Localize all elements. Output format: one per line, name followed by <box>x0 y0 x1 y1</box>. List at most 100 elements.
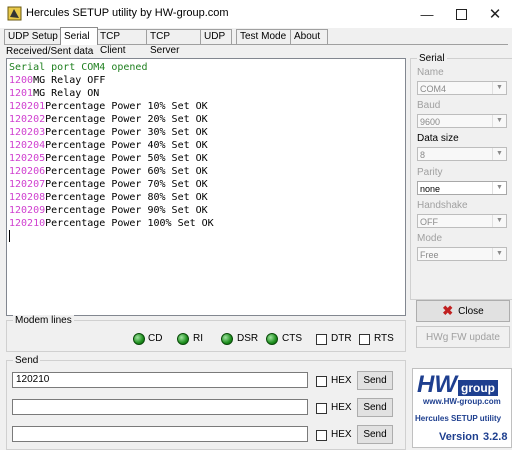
modem-lines-label: Modem lines <box>13 315 74 326</box>
hex-checkbox-2[interactable] <box>316 403 327 414</box>
received-line: 120202Percentage Power 20% Set OK <box>9 113 208 126</box>
line-text: Percentage Power 100% Set OK <box>45 218 214 229</box>
tab-label: TCP Client <box>100 31 126 56</box>
line-text: Serial port COM4 opened <box>9 62 148 73</box>
close-port-button[interactable]: ✖ Close <box>416 300 510 322</box>
send-input-1[interactable]: 120210 <box>12 372 308 388</box>
chevron-down-icon: ▼ <box>492 115 506 127</box>
received-line: 120205Percentage Power 50% Set OK <box>9 152 208 165</box>
received-data-area[interactable]: Serial port COM4 opened 1200MG Relay OFF 1… <box>6 58 406 316</box>
line-text: Percentage Power 70% Set OK <box>45 179 208 190</box>
line-prefix: 120207 <box>9 179 46 190</box>
chevron-down-icon: ▼ <box>492 148 506 160</box>
tab-label: UDP <box>204 31 226 42</box>
tab-serial[interactable]: Serial <box>60 27 98 45</box>
line-text: Percentage Power 30% Set OK <box>45 127 208 138</box>
port-name-select[interactable]: COM4 ▼ <box>417 81 507 95</box>
send-button-label: Send <box>363 402 387 413</box>
data-size-label: Data size <box>417 133 459 144</box>
logo-product: Hercules SETUP utility <box>415 414 502 423</box>
tab-about[interactable]: About <box>290 29 328 44</box>
line-text: Percentage Power 90% Set OK <box>45 205 208 216</box>
send-button-label: Send <box>363 429 387 440</box>
dsr-led-icon <box>221 333 233 345</box>
received-label: Received/Sent data <box>6 46 94 57</box>
rts-label: RTS <box>374 333 394 344</box>
received-line: 120203Percentage Power 30% Set OK <box>9 126 208 139</box>
line-text: Percentage Power 20% Set OK <box>45 114 208 125</box>
received-line: 120206Percentage Power 60% Set OK <box>9 165 208 178</box>
maximize-button[interactable] <box>444 0 478 28</box>
line-prefix: 120203 <box>9 127 46 138</box>
close-x-icon: ✖ <box>442 303 454 318</box>
maximize-icon <box>455 8 467 20</box>
text-caret <box>9 230 10 242</box>
dtr-label: DTR <box>331 333 352 344</box>
chevron-down-icon: ▼ <box>492 248 506 260</box>
hex-label-1: HEX <box>331 375 352 386</box>
received-line: Serial port COM4 opened <box>9 61 147 74</box>
data-size-value: 8 <box>420 150 426 160</box>
send-button-2[interactable]: Send <box>357 398 393 417</box>
tab-test-mode[interactable]: Test Mode <box>236 29 292 44</box>
close-button-label: Close <box>458 305 484 317</box>
line-prefix: 120202 <box>9 114 46 125</box>
minimize-button[interactable]: — <box>410 0 444 28</box>
minimize-icon: — <box>420 6 434 22</box>
tab-label: About <box>294 31 321 42</box>
tab-udp[interactable]: UDP <box>200 29 232 44</box>
send-input-3[interactable] <box>12 426 308 442</box>
tab-label: TCP Server <box>150 31 180 56</box>
send-button-3[interactable]: Send <box>357 425 393 444</box>
line-prefix: 120209 <box>9 205 46 216</box>
received-line: 120207Percentage Power 70% Set OK <box>9 178 208 191</box>
tab-udp-setup[interactable]: UDP Setup <box>4 29 62 44</box>
tab-label: UDP Setup <box>8 31 58 42</box>
app-icon <box>7 6 22 21</box>
handshake-select[interactable]: OFF ▼ <box>417 214 507 228</box>
tab-tcp-client[interactable]: TCP Client <box>96 29 148 56</box>
line-prefix: 1201 <box>9 88 34 99</box>
send-button-label: Send <box>363 375 387 386</box>
tab-tcp-server[interactable]: TCP Server <box>146 29 202 56</box>
logo-group-text: group <box>457 380 498 396</box>
line-prefix: 120201 <box>9 101 46 112</box>
dtr-checkbox[interactable] <box>316 334 327 345</box>
line-text: Percentage Power 40% Set OK <box>45 140 208 151</box>
tab-label: Serial <box>64 31 90 42</box>
send-input-2[interactable] <box>12 399 308 415</box>
ri-label: RI <box>193 333 203 344</box>
received-line: 120209Percentage Power 90% Set OK <box>9 204 208 217</box>
modem-lines-group: Modem lines CD RI DSR CTS DTR RTS <box>6 315 406 352</box>
hex-checkbox-3[interactable] <box>316 430 327 441</box>
logo-mark: HW group <box>417 372 505 397</box>
hw-group-logo[interactable]: HW group www.HW-group.com Hercules SETUP… <box>412 368 512 448</box>
data-size-select[interactable]: 8 ▼ <box>417 147 507 161</box>
parity-select[interactable]: none ▼ <box>417 181 507 195</box>
chevron-down-icon: ▼ <box>492 182 506 194</box>
port-name-value: COM4 <box>420 84 447 94</box>
line-prefix: 120206 <box>9 166 46 177</box>
line-text: Percentage Power 10% Set OK <box>45 101 208 112</box>
rts-checkbox[interactable] <box>359 334 370 345</box>
line-prefix: 1200 <box>9 75 34 86</box>
received-line: 120201Percentage Power 10% Set OK <box>9 100 208 113</box>
handshake-value: OFF <box>420 217 438 227</box>
received-line: 120208Percentage Power 80% Set OK <box>9 191 208 204</box>
hwg-fw-update-button[interactable]: HWg FW update <box>416 326 510 348</box>
send-group: Send 120210 HEX Send HEX Send HEX Send <box>6 355 406 450</box>
ri-led-icon <box>177 333 189 345</box>
send-button-1[interactable]: Send <box>357 371 393 390</box>
name-label: Name <box>417 67 444 78</box>
window-title: Hercules SETUP utility by HW-group.com <box>26 7 229 19</box>
fw-update-label: HWg FW update <box>426 331 500 343</box>
mode-select[interactable]: Free ▼ <box>417 247 507 261</box>
baud-select[interactable]: 9600 ▼ <box>417 114 507 128</box>
hex-label-3: HEX <box>331 429 352 440</box>
tab-label: Test Mode <box>240 31 287 42</box>
hex-checkbox-1[interactable] <box>316 376 327 387</box>
close-window-button[interactable]: ✕ <box>478 0 512 28</box>
dsr-label: DSR <box>237 333 259 344</box>
send-group-label: Send <box>13 355 41 366</box>
line-prefix: 120210 <box>9 218 46 229</box>
